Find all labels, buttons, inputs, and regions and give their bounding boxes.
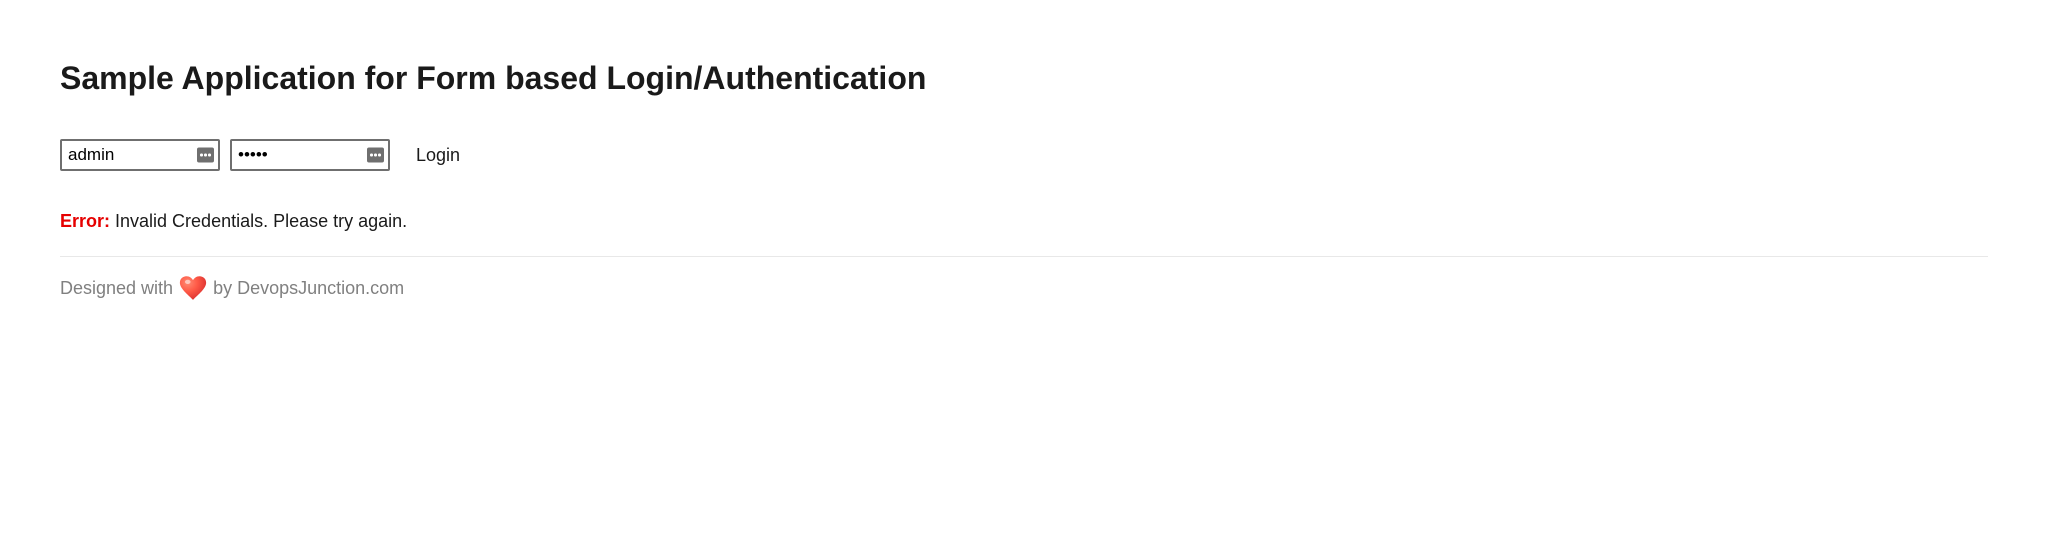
footer-prefix: Designed with [60, 278, 173, 299]
password-input[interactable] [230, 139, 390, 171]
footer: Designed with by DevopsJunction.com [60, 275, 1988, 301]
page-title: Sample Application for Form based Login/… [60, 60, 1988, 97]
login-button[interactable]: Login [416, 145, 460, 166]
autofill-icon[interactable] [197, 148, 214, 163]
error-text: Invalid Credentials. Please try again. [110, 211, 407, 231]
error-label: Error: [60, 211, 110, 231]
username-input[interactable] [60, 139, 220, 171]
username-field-wrap [60, 139, 220, 171]
heart-icon [179, 275, 207, 301]
password-field-wrap [230, 139, 390, 171]
error-message-line: Error: Invalid Credentials. Please try a… [60, 211, 1988, 232]
footer-suffix: by DevopsJunction.com [213, 278, 404, 299]
autofill-icon[interactable] [367, 148, 384, 163]
divider [60, 256, 1988, 257]
login-form: Login [60, 139, 1988, 171]
